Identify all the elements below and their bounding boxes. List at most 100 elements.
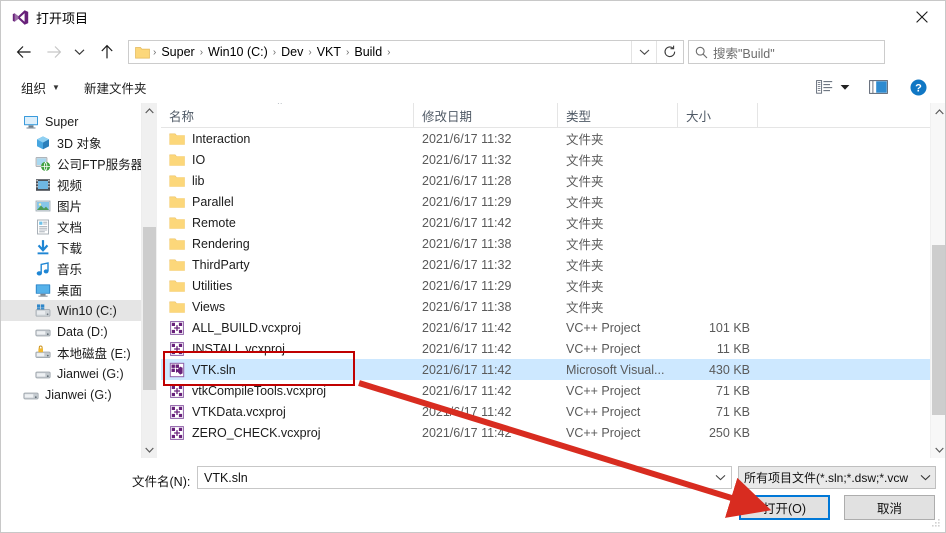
cancel-button[interactable]: 取消 [844, 495, 935, 520]
table-row[interactable]: Views 2021/6/17 11:38 文件夹 [161, 296, 945, 317]
breadcrumb-item-4[interactable]: Build [350, 45, 386, 59]
column-header-2[interactable]: 类型 [558, 103, 678, 127]
organize-button[interactable]: 组织 ▼ [15, 75, 66, 99]
sidebar-item-5[interactable]: 文档 [1, 216, 157, 237]
file-name-cell: ThirdParty [161, 257, 414, 273]
open-project-dialog: 打开项目 › Super › Win10 (C:) › Dev › VKT › … [0, 0, 946, 533]
file-date-cell: 2021/6/17 11:42 [422, 383, 512, 398]
file-name-cell: VTK.sln [161, 362, 414, 378]
breadcrumb-item-1[interactable]: Win10 (C:) [204, 45, 272, 59]
file-name-cell: IO [161, 152, 414, 168]
address-bar[interactable]: › Super › Win10 (C:) › Dev › VKT › Build… [128, 40, 684, 64]
breadcrumb-separator: › [387, 46, 391, 58]
sidebar-item-10[interactable]: Data (D:) [1, 321, 157, 342]
open-button[interactable]: 打开(O) [739, 495, 830, 520]
table-row[interactable]: Interaction 2021/6/17 11:32 文件夹 [161, 128, 945, 149]
table-row[interactable]: Utilities 2021/6/17 11:29 文件夹 [161, 275, 945, 296]
table-row[interactable]: Remote 2021/6/17 11:42 文件夹 [161, 212, 945, 233]
sidebar-item-label: Jianwei (G:) [57, 366, 124, 381]
file-list: Interaction 2021/6/17 11:32 文件夹 IO 2021/6/17… [161, 128, 945, 443]
table-row[interactable]: Rendering 2021/6/17 11:38 文件夹 [161, 233, 945, 254]
new-folder-label: 新建文件夹 [83, 81, 147, 96]
refresh-icon[interactable] [656, 41, 683, 63]
file-type-cell: 文件夹 [566, 217, 604, 231]
drive-icon [35, 324, 51, 340]
up-button[interactable] [94, 39, 120, 65]
file-date-cell: 2021/6/17 11:42 [422, 320, 512, 335]
folder-icon [169, 299, 185, 315]
resize-grip-icon[interactable] [929, 517, 941, 529]
breadcrumb-item-2[interactable]: Dev [277, 45, 307, 59]
sidebar-item-label: 桌面 [57, 284, 83, 298]
monitor-icon [23, 114, 39, 130]
table-row[interactable]: lib 2021/6/17 11:28 文件夹 [161, 170, 945, 191]
recent-locations-button[interactable] [69, 39, 89, 65]
scrollbar-thumb[interactable] [143, 227, 156, 390]
chevron-down-icon[interactable] [142, 442, 157, 458]
address-dropdown-chevron-down-icon[interactable] [631, 41, 656, 63]
folder-icon [169, 173, 185, 189]
table-row[interactable]: ALL_BUILD.vcxproj 2021/6/17 11:42 VC++ Pro… [161, 317, 945, 338]
chevron-down-icon[interactable] [931, 441, 945, 458]
sidebar-item-6[interactable]: 下载 [1, 237, 157, 258]
breadcrumb-item-0[interactable]: Super [157, 45, 198, 59]
sidebar-item-12[interactable]: Jianwei (G:) [1, 363, 157, 384]
svg-text:?: ? [915, 82, 922, 94]
chevron-down-icon[interactable] [709, 474, 731, 481]
navigation-bar: › Super › Win10 (C:) › Dev › VKT › Build… [1, 33, 945, 71]
table-row[interactable]: VTKData.vcxproj 2021/6/17 11:42 VC++ Proje… [161, 401, 945, 422]
sidebar-item-8[interactable]: 桌面 [1, 279, 157, 300]
sidebar-item-0[interactable]: Super [1, 111, 157, 132]
column-header-label: 类型 [566, 109, 592, 124]
column-header-3[interactable]: 大小 [678, 103, 758, 127]
sidebar-item-3[interactable]: 视频 [1, 174, 157, 195]
scrollbar-thumb[interactable] [932, 245, 945, 415]
table-row[interactable]: Parallel 2021/6/17 11:29 文件夹 [161, 191, 945, 212]
table-row[interactable]: INSTALL.vcxproj 2021/6/17 11:42 VC++ Proje… [161, 338, 945, 359]
close-button[interactable] [899, 1, 945, 32]
file-name-cell: ZERO_CHECK.vcxproj [161, 425, 414, 441]
file-date-cell: 2021/6/17 11:42 [422, 362, 512, 377]
table-row[interactable]: ZERO_CHECK.vcxproj 2021/6/17 11:42 VC++ Pr… [161, 422, 945, 443]
sidebar-item-11[interactable]: 本地磁盘 (E:) [1, 342, 157, 363]
chevron-down-icon[interactable] [915, 474, 935, 481]
sidebar-item-label: 下载 [57, 242, 83, 256]
sidebar-item-4[interactable]: 图片 [1, 195, 157, 216]
sidebar-item-2[interactable]: 公司FTP服务器 [1, 153, 157, 174]
table-row[interactable]: IO 2021/6/17 11:32 文件夹 [161, 149, 945, 170]
breadcrumb-item-3[interactable]: VKT [313, 45, 345, 59]
file-type-cell: 文件夹 [566, 175, 604, 189]
view-options-chevron-down-icon[interactable] [837, 84, 853, 91]
search-input[interactable]: 搜索"Build" [688, 40, 885, 64]
drive-icon [23, 387, 39, 403]
file-date-cell: 2021/6/17 11:42 [422, 425, 512, 440]
sidebar-item-label: 3D 对象 [57, 137, 102, 151]
help-icon[interactable]: ? [905, 75, 931, 99]
desktop-icon [35, 282, 51, 298]
file-type-cell: 文件夹 [566, 133, 604, 147]
table-row[interactable]: VTK.sln 2021/6/17 11:42 Microsoft Visual..… [161, 359, 945, 380]
sidebar-item-label: 音乐 [57, 263, 83, 277]
sidebar-item-9[interactable]: Win10 (C:) [1, 300, 157, 321]
table-row[interactable]: ThirdParty 2021/6/17 11:32 文件夹 [161, 254, 945, 275]
file-name-cell: Rendering [161, 236, 414, 252]
filename-input[interactable]: VTK.sln [197, 466, 732, 489]
chevron-up-icon[interactable] [931, 103, 945, 120]
file-type-filter-select[interactable]: 所有项目文件(*.sln;*.dsw;*.vcw [738, 466, 936, 489]
sidebar-item-13[interactable]: Jianwei (G:) [1, 384, 157, 405]
file-list-scrollbar[interactable] [930, 103, 945, 458]
sidebar-item-7[interactable]: 音乐 [1, 258, 157, 279]
table-row[interactable]: vtkCompileTools.vcxproj 2021/6/17 11:42 VC… [161, 380, 945, 401]
navigation-pane-scrollbar[interactable] [141, 103, 157, 458]
file-date-cell: 2021/6/17 11:32 [422, 131, 512, 146]
file-date-cell: 2021/6/17 11:32 [422, 152, 512, 167]
column-header-0[interactable]: 名称 ⌃ [161, 103, 414, 127]
preview-pane-icon[interactable] [865, 75, 891, 99]
chevron-up-icon[interactable] [142, 103, 157, 119]
column-header-1[interactable]: 修改日期 [414, 103, 558, 127]
sidebar-item-1[interactable]: 3D 对象 [1, 132, 157, 153]
new-folder-button[interactable]: 新建文件夹 [78, 75, 153, 99]
file-name: ZERO_CHECK.vcxproj [192, 425, 321, 440]
view-list-icon[interactable] [811, 75, 837, 99]
back-button[interactable] [11, 39, 37, 65]
